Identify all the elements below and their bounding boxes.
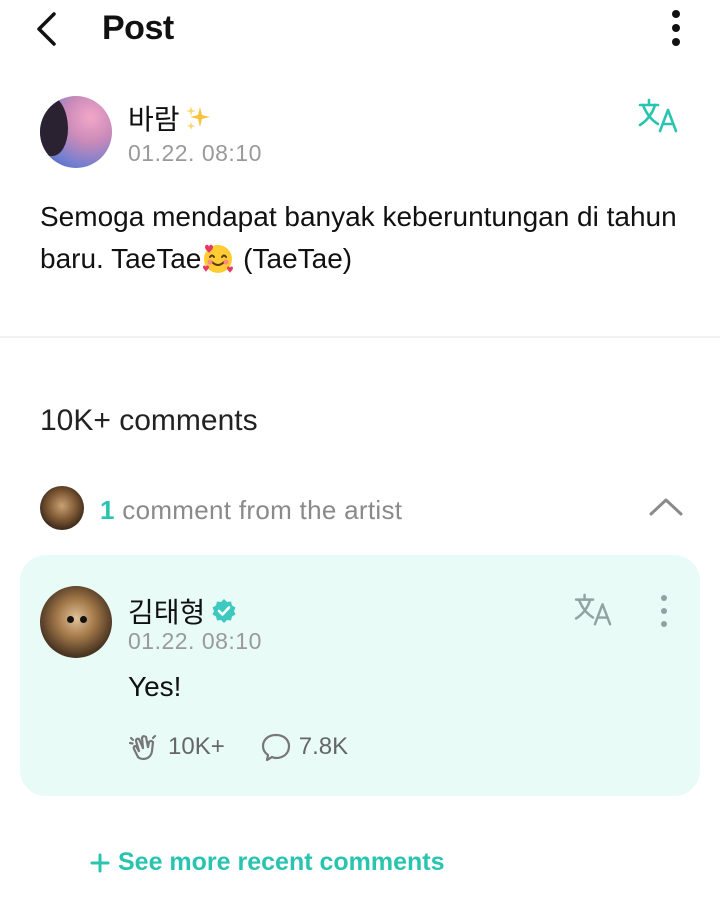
artist-avatar[interactable]: [40, 586, 112, 658]
reply-count: 7.8K: [298, 733, 349, 760]
speech-bubble-icon: [261, 733, 290, 762]
verified-badge-icon: [212, 599, 236, 623]
post-timestamp: 01.22. 08:10: [128, 140, 262, 166]
more-vertical-icon: [672, 10, 680, 46]
post-author-name[interactable]: 바람: [128, 98, 212, 138]
artist-comments-toggle[interactable]: 1 comment from the artist: [40, 486, 685, 532]
artist-comment-label: comment from the artist: [114, 495, 403, 525]
like-count: 10K+: [168, 733, 225, 760]
artist-comment-body: Yes!: [128, 671, 182, 702]
artist-name-label: 김태형: [128, 597, 206, 628]
artist-comment-card: 김태형 01.22. 08:10 Yes! 10K+ 7.8K: [20, 555, 700, 796]
like-button[interactable]: 10K+: [128, 731, 225, 763]
plus-icon: [90, 853, 110, 872]
smiling-face-with-hearts-icon: [203, 244, 234, 273]
comment-actions: 10K+ 7.8K: [128, 731, 348, 763]
translate-icon: [574, 593, 612, 626]
chevron-left-icon: [37, 12, 56, 46]
see-more-label: See more recent comments: [118, 848, 445, 876]
artist-comment-summary: 1 comment from the artist: [100, 495, 402, 526]
post-translate-button[interactable]: [636, 98, 682, 134]
post-author-avatar[interactable]: [40, 96, 112, 168]
collapse-button[interactable]: [648, 492, 684, 522]
post-body-text-suffix: (TaeTae): [235, 243, 353, 274]
applause-icon: [128, 734, 157, 761]
chevron-up-icon: [649, 498, 683, 516]
post-author-label: 바람: [128, 104, 180, 135]
reply-button[interactable]: 7.8K: [259, 731, 348, 763]
back-button[interactable]: [28, 8, 68, 50]
artist-mini-avatar: [40, 486, 84, 530]
sparkles-icon: [185, 106, 210, 130]
post-body: Semoga mendapat banyak keberuntungan di …: [40, 196, 680, 280]
translate-icon: [638, 98, 678, 133]
artist-comment-timestamp: 01.22. 08:10: [128, 628, 262, 654]
top-bar: Post: [0, 0, 720, 62]
artist-name[interactable]: 김태형: [128, 591, 237, 631]
page-title: Post: [102, 9, 174, 47]
see-more-comments-button[interactable]: See more recent comments: [90, 848, 445, 877]
post-body-text: Semoga mendapat banyak keberuntungan di …: [40, 201, 677, 274]
section-divider: [0, 336, 720, 338]
artist-comment-count: 1: [100, 495, 115, 525]
more-options-button[interactable]: [664, 8, 688, 50]
comments-count: 10K+ comments: [40, 404, 258, 437]
more-vertical-icon: [661, 595, 667, 627]
comment-more-button[interactable]: [654, 593, 674, 629]
comment-translate-button[interactable]: [572, 593, 616, 627]
post-page: Post 바람 01.22. 08:10 Semoga mendapat ban…: [0, 0, 720, 913]
